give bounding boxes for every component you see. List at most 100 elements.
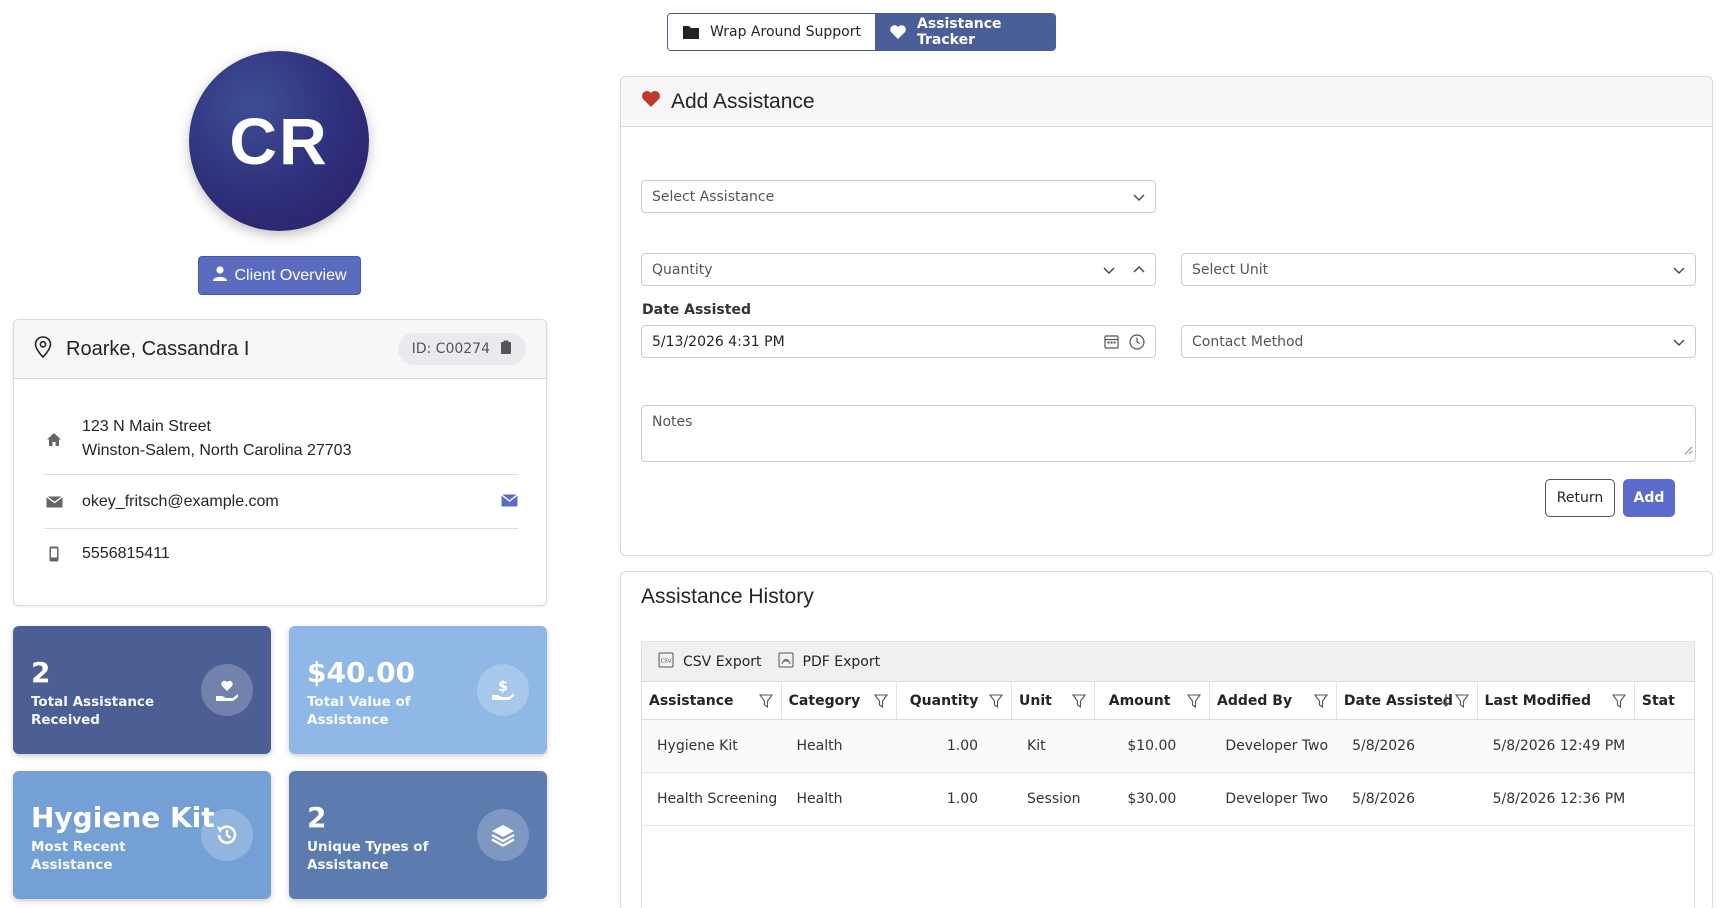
grid-header-row: Assistance Category Quantity Unit Amount… xyxy=(642,682,1694,720)
chevron-down-icon xyxy=(1133,191,1145,207)
chevron-down-icon[interactable] xyxy=(1103,264,1115,280)
column-header-status[interactable]: Stat xyxy=(1635,682,1694,719)
add-assistance-panel: Add Assistance Select Assistance Quantit… xyxy=(620,76,1713,556)
filter-icon[interactable] xyxy=(1313,694,1328,712)
return-button[interactable]: Return xyxy=(1545,479,1615,517)
assistance-history-grid: CSV CSV Export PDF Export Assistance Cat… xyxy=(641,641,1695,908)
filter-icon[interactable] xyxy=(1186,694,1202,712)
client-id-badge: ID: C00274 xyxy=(397,333,526,365)
select-assistance-dropdown[interactable]: Select Assistance xyxy=(641,180,1156,213)
cell-added-by: Developer Two xyxy=(1225,738,1329,754)
select-unit-dropdown[interactable]: Select Unit xyxy=(1181,253,1696,286)
column-header-amount[interactable]: Amount xyxy=(1095,682,1210,719)
cell-amount: $30.00 xyxy=(1127,791,1177,807)
pdf-export-label: PDF Export xyxy=(802,653,881,670)
column-header-unit[interactable]: Unit xyxy=(1012,682,1095,719)
date-assisted-label: Date Assisted xyxy=(642,302,751,318)
column-header-category[interactable]: Category xyxy=(782,682,897,719)
cell-assistance: Health Screening xyxy=(657,791,778,807)
phone-row: 5556815411 xyxy=(44,542,518,566)
email-row: okey_fritsch@example.com xyxy=(44,490,518,514)
cell-unit: Kit xyxy=(1027,738,1046,754)
notes-placeholder: Notes xyxy=(652,414,693,430)
client-overview-button[interactable]: Client Overview xyxy=(198,256,361,295)
contact-method-placeholder: Contact Method xyxy=(1192,333,1304,350)
layers-icon xyxy=(477,809,529,861)
pdf-export-button[interactable]: PDF Export xyxy=(778,652,881,672)
cell-category: Health xyxy=(796,738,843,754)
pdf-file-icon xyxy=(778,652,794,672)
address-line-1: 123 N Main Street xyxy=(82,418,211,435)
stat-total-assistance: 2 Total Assistance Received xyxy=(13,626,271,754)
cell-quantity: 1.00 xyxy=(946,738,979,754)
hand-heart-icon xyxy=(201,664,253,716)
location-pin-icon xyxy=(34,335,52,363)
calendar-icon[interactable] xyxy=(1104,334,1119,353)
mobile-phone-icon xyxy=(44,546,64,562)
cell-quantity: 1.00 xyxy=(946,791,979,807)
filter-icon[interactable] xyxy=(1454,694,1469,712)
address-line-2: Winston-Salem, North Carolina 27703 xyxy=(82,442,352,459)
heart-icon xyxy=(641,90,661,114)
clipboard-icon[interactable] xyxy=(500,340,512,358)
notes-textarea[interactable]: Notes xyxy=(641,405,1696,462)
add-button[interactable]: Add xyxy=(1623,479,1675,517)
divider xyxy=(44,474,518,475)
date-assisted-field[interactable]: 5/13/2026 4:31 PM xyxy=(641,325,1156,358)
tab-assistance-tracker[interactable]: Assistance Tracker xyxy=(875,14,1055,50)
column-header-quantity[interactable]: Quantity xyxy=(897,682,1013,719)
select-unit-placeholder: Select Unit xyxy=(1192,261,1269,278)
date-assisted-value: 5/13/2026 4:31 PM xyxy=(652,333,785,350)
history-icon xyxy=(201,809,253,861)
tab-label: Assistance Tracker xyxy=(917,16,1002,48)
cell-assistance: Hygiene Kit xyxy=(657,738,738,754)
add-assistance-header: Add Assistance xyxy=(621,77,1712,127)
user-icon xyxy=(212,265,228,286)
resize-handle-icon[interactable] xyxy=(1684,443,1693,459)
svg-text:$: $ xyxy=(498,679,508,695)
cell-category: Health xyxy=(796,791,843,807)
column-header-date-assisted[interactable]: Date Assisted xyxy=(1337,682,1478,719)
tab-wrap-around-support[interactable]: Wrap Around Support xyxy=(668,14,875,50)
filter-icon[interactable] xyxy=(758,694,773,712)
table-row[interactable]: Health Screening Health 1.00 Session $30… xyxy=(642,773,1694,826)
client-overview-label: Client Overview xyxy=(234,266,347,284)
stat-total-value: $40.00 Total Value of Assistance $ xyxy=(289,626,547,754)
csv-export-button[interactable]: CSV CSV Export xyxy=(658,652,762,672)
clock-icon[interactable] xyxy=(1129,334,1145,354)
cell-last-modified: 5/8/2026 12:36 PM xyxy=(1492,791,1626,807)
table-row[interactable]: Hygiene Kit Health 1.00 Kit $10.00 Devel… xyxy=(642,720,1694,773)
contact-method-dropdown[interactable]: Contact Method xyxy=(1181,325,1696,358)
address-row: 123 N Main Street Winston-Salem, North C… xyxy=(44,415,518,463)
tab-label: Wrap Around Support xyxy=(710,24,861,40)
mail-icon xyxy=(44,496,64,508)
stat-most-recent: Hygiene Kit Most Recent Assistance xyxy=(13,771,271,899)
cell-date-assisted: 5/8/2026 xyxy=(1352,738,1415,754)
quantity-stepper[interactable]: Quantity xyxy=(641,253,1156,286)
panel-title: Assistance History xyxy=(641,585,814,608)
quantity-placeholder: Quantity xyxy=(652,261,713,278)
column-header-last-modified[interactable]: Last Modified xyxy=(1478,682,1635,719)
assistance-history-panel: Assistance History CSV CSV Export PDF Ex… xyxy=(620,571,1713,908)
sort-descending-icon[interactable] xyxy=(1441,693,1451,712)
assistance-history-header: Assistance History xyxy=(621,572,1712,622)
filter-icon[interactable] xyxy=(873,694,888,712)
cell-amount: $10.00 xyxy=(1127,738,1177,754)
client-phone: 5556815411 xyxy=(82,545,170,562)
avatar: CR xyxy=(189,51,369,231)
client-info-card: Roarke, Cassandra I ID: C00274 123 N Mai… xyxy=(13,319,547,606)
filter-icon[interactable] xyxy=(1071,694,1086,712)
cell-last-modified: 5/8/2026 12:49 PM xyxy=(1492,738,1626,754)
folder-icon xyxy=(682,24,700,40)
column-header-added-by[interactable]: Added By xyxy=(1210,682,1337,719)
chevron-up-icon[interactable] xyxy=(1133,264,1145,280)
column-header-assistance[interactable]: Assistance xyxy=(642,682,782,719)
svg-text:CSV: CSV xyxy=(660,658,671,664)
filter-icon[interactable] xyxy=(988,694,1004,712)
cell-status xyxy=(1635,773,1694,825)
heart-icon xyxy=(889,24,907,40)
send-email-icon[interactable] xyxy=(501,494,518,512)
filter-icon[interactable] xyxy=(1611,694,1626,712)
cell-status xyxy=(1635,720,1694,772)
client-id: ID: C00274 xyxy=(411,341,490,357)
